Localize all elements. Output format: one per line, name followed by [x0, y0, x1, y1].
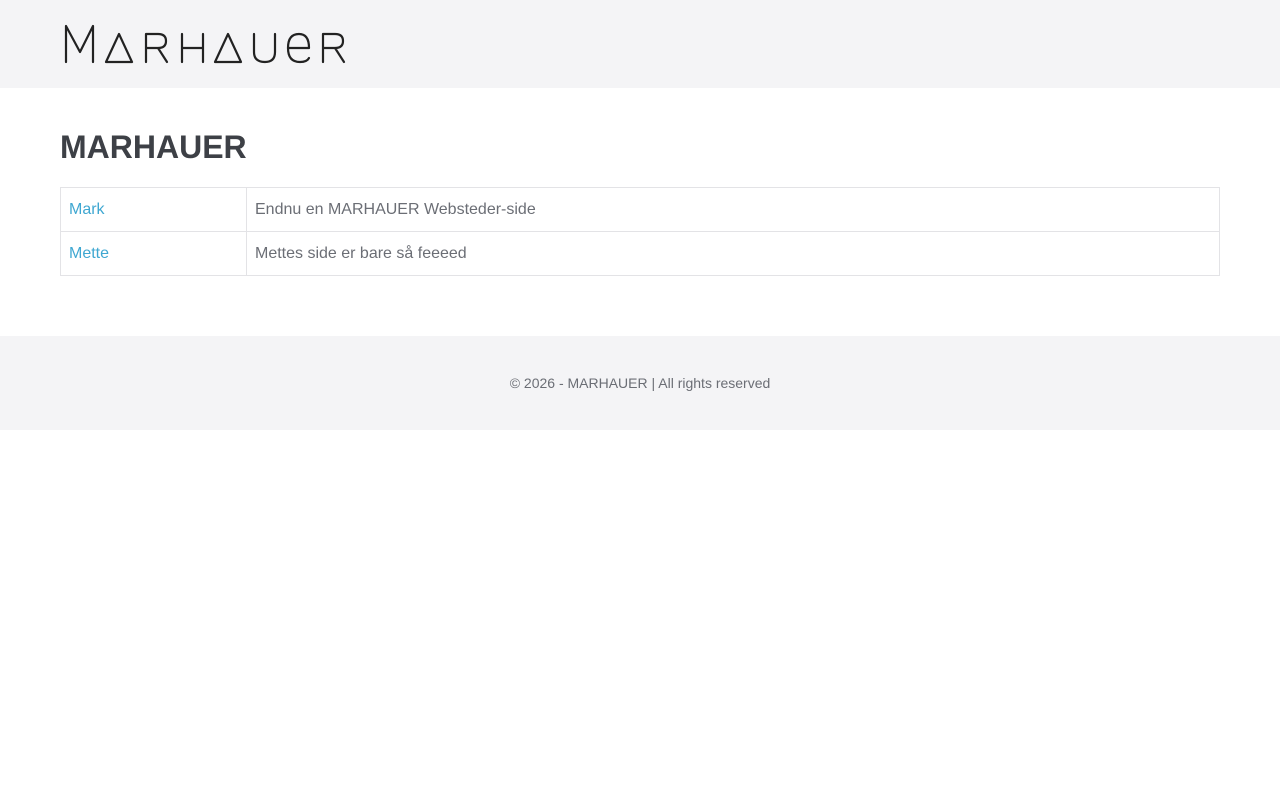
- site-name-cell: Mette: [60, 231, 247, 276]
- sites-table: Mark Endnu en MARHAUER Websteder-side Me…: [60, 187, 1220, 276]
- marhauer-logo: [64, 24, 346, 64]
- table-row: Mark Endnu en MARHAUER Websteder-side: [60, 187, 1220, 232]
- site-name-cell: Mark: [60, 187, 247, 232]
- site-description: Mettes side er bare så feeeed: [246, 231, 1220, 276]
- site-link-mark[interactable]: Mark: [69, 201, 105, 218]
- site-description: Endnu en MARHAUER Websteder-side: [246, 187, 1220, 232]
- site-footer: © 2026 - MARHAUER | All rights reserved: [0, 336, 1280, 430]
- main-content: MARHAUER Mark Endnu en MARHAUER Webstede…: [0, 128, 1280, 276]
- footer-copyright: © 2026 - MARHAUER | All rights reserved: [509, 375, 771, 391]
- page-title: MARHAUER: [60, 129, 247, 165]
- site-header: [0, 0, 1280, 88]
- table-row: Mette Mettes side er bare så feeeed: [60, 231, 1220, 276]
- site-link-mette[interactable]: Mette: [69, 245, 109, 262]
